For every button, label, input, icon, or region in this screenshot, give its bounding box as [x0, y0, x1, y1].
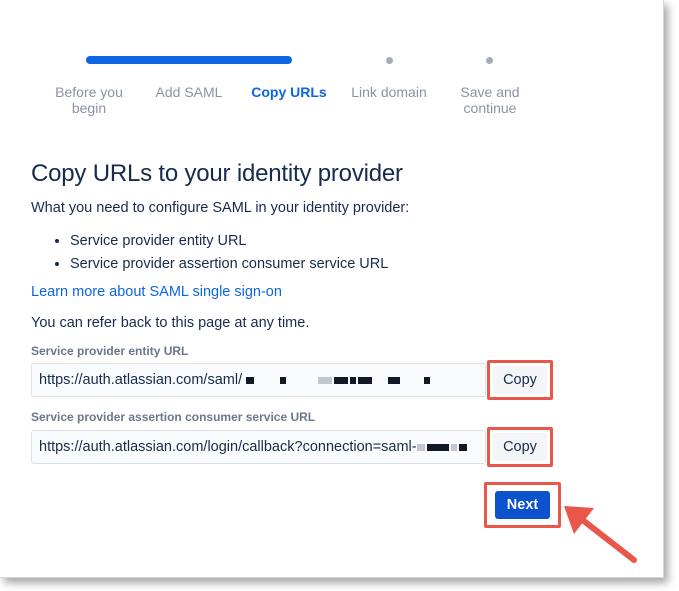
step-dot-save-and-continue: [486, 57, 493, 64]
step-before-you-begin[interactable]: Before you begin: [48, 84, 130, 116]
copy-entity-url-button[interactable]: Copy: [493, 366, 547, 394]
requirements-list: Service provider entity URL Service prov…: [52, 230, 388, 276]
dialog-frame: Before you begin Add SAML Copy URLs Link…: [0, 0, 664, 578]
learn-more-link[interactable]: Learn more about SAML single sign-on: [31, 284, 282, 300]
redacted-text: [416, 439, 469, 455]
next-button[interactable]: Next: [495, 491, 550, 519]
step-copy-urls[interactable]: Copy URLs: [246, 84, 332, 100]
next-button-highlight: Next: [484, 482, 561, 528]
list-item: Service provider entity URL: [70, 230, 388, 253]
entity-url-field[interactable]: https://auth.atlassian.com/saml/: [31, 363, 486, 397]
copy-acs-url-button[interactable]: Copy: [493, 433, 547, 461]
annotation-arrow-icon: [564, 506, 637, 563]
entity-url-value: https://auth.atlassian.com/saml/: [39, 372, 243, 388]
step-dot-link-domain: [386, 57, 393, 64]
acs-url-value: https://auth.atlassian.com/login/callbac…: [39, 439, 417, 455]
page-title: Copy URLs to your identity provider: [31, 160, 403, 187]
copy-button-highlight: Copy: [487, 427, 553, 467]
redacted-text: [246, 372, 432, 388]
acs-url-field[interactable]: https://auth.atlassian.com/login/callbac…: [31, 430, 486, 464]
step-save-and-continue: Save and continue: [460, 84, 520, 116]
list-item: Service provider assertion consumer serv…: [70, 253, 388, 276]
step-add-saml[interactable]: Add SAML: [148, 84, 230, 100]
intro-text: What you need to configure SAML in your …: [31, 200, 410, 216]
copy-button-highlight: Copy: [487, 360, 553, 400]
acs-url-label: Service provider assertion consumer serv…: [31, 410, 316, 424]
entity-url-label: Service provider entity URL: [31, 344, 189, 358]
progress-bar: [86, 56, 292, 64]
step-link-domain: Link domain: [351, 84, 427, 100]
refer-back-text: You can refer back to this page at any t…: [31, 315, 310, 331]
